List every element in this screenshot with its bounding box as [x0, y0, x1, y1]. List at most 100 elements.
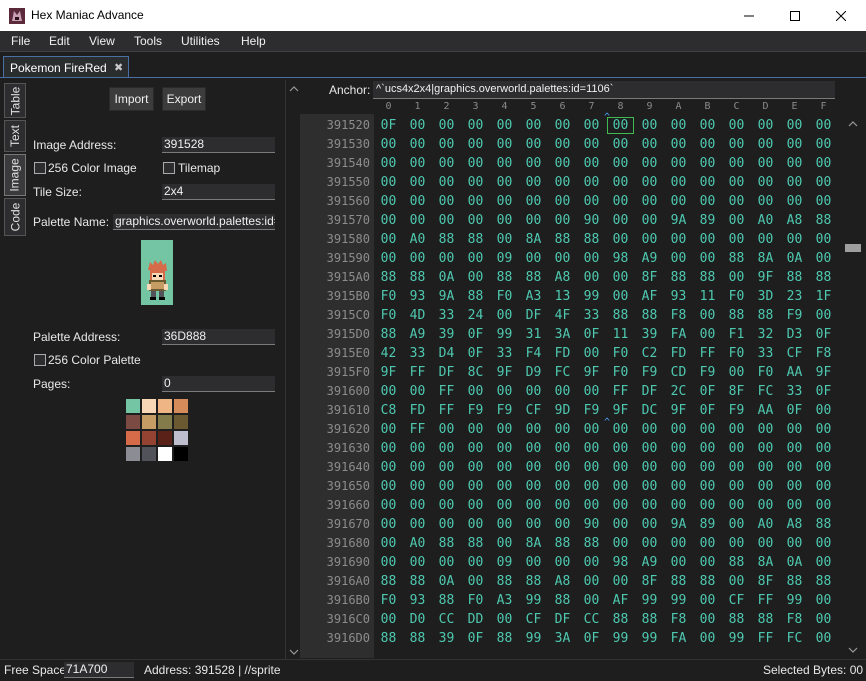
hex-byte[interactable]: 88 — [374, 629, 403, 648]
hex-byte[interactable]: 9F — [664, 401, 693, 420]
hex-byte[interactable]: 00 — [751, 439, 780, 458]
hex-byte[interactable]: 00 — [693, 591, 722, 610]
hex-byte[interactable]: 00 — [693, 192, 722, 211]
hex-byte[interactable]: 00 — [606, 154, 635, 173]
hex-byte[interactable]: 0F — [577, 629, 606, 648]
hex-byte[interactable]: 0F — [809, 325, 838, 344]
palette-swatch[interactable] — [174, 447, 188, 461]
hex-byte[interactable]: 00 — [374, 192, 403, 211]
menu-help[interactable]: Help — [241, 34, 266, 48]
hex-byte[interactable]: 90 — [577, 211, 606, 230]
hex-byte[interactable]: 00 — [751, 420, 780, 439]
hex-byte[interactable]: CC — [432, 610, 461, 629]
hex-byte[interactable]: 00 — [374, 515, 403, 534]
hex-byte[interactable]: 00 — [403, 496, 432, 515]
hex-byte[interactable]: 0A — [432, 268, 461, 287]
palette-swatch[interactable] — [158, 399, 172, 413]
hex-byte[interactable]: 8F — [635, 572, 664, 591]
hex-byte[interactable]: A9 — [635, 249, 664, 268]
hex-byte[interactable]: 88 — [722, 553, 751, 572]
hex-byte[interactable]: CF — [519, 401, 548, 420]
hex-byte[interactable]: 00 — [722, 154, 751, 173]
hex-byte[interactable]: 00 — [780, 192, 809, 211]
hex-byte[interactable]: 88 — [809, 211, 838, 230]
hex-byte[interactable]: 88 — [606, 610, 635, 629]
hex-byte[interactable]: 88 — [432, 230, 461, 249]
hex-byte[interactable]: 00 — [548, 249, 577, 268]
hex-byte[interactable]: F0 — [606, 363, 635, 382]
hex-byte[interactable]: 93 — [403, 287, 432, 306]
hex-byte[interactable]: 00 — [606, 173, 635, 192]
hex-byte[interactable]: FF — [606, 382, 635, 401]
hex-byte[interactable]: 00 — [432, 439, 461, 458]
hex-byte[interactable]: 3A — [548, 629, 577, 648]
hex-byte[interactable]: 00 — [606, 135, 635, 154]
hex-byte[interactable]: 00 — [577, 249, 606, 268]
hex-byte[interactable]: 90 — [577, 515, 606, 534]
hex-byte[interactable]: 00 — [606, 230, 635, 249]
hex-byte[interactable]: 00 — [809, 496, 838, 515]
hex-byte[interactable]: 00 — [635, 534, 664, 553]
hex-byte[interactable]: 88 — [722, 306, 751, 325]
hex-byte[interactable]: A0 — [751, 515, 780, 534]
hex-byte[interactable]: 00 — [809, 420, 838, 439]
hex-byte[interactable]: 42 — [374, 344, 403, 363]
hex-byte[interactable]: 88 — [751, 306, 780, 325]
hex-byte[interactable]: 00 — [403, 477, 432, 496]
hex-byte[interactable]: D9 — [519, 363, 548, 382]
hex-byte[interactable]: 99 — [722, 629, 751, 648]
maximize-button[interactable] — [772, 0, 818, 31]
hex-byte[interactable]: 00 — [780, 116, 809, 135]
hex-byte[interactable]: 99 — [577, 287, 606, 306]
hex-byte[interactable]: A3 — [519, 287, 548, 306]
hex-byte[interactable]: 00 — [490, 135, 519, 154]
hex-byte[interactable]: 8F — [751, 572, 780, 591]
palette-swatch[interactable] — [142, 447, 156, 461]
hex-byte[interactable]: 00 — [751, 496, 780, 515]
hex-byte[interactable]: 00 — [809, 401, 838, 420]
hex-byte[interactable]: 00 — [490, 306, 519, 325]
hex-byte[interactable]: 00 — [722, 192, 751, 211]
hex-byte[interactable]: 00 — [664, 116, 693, 135]
hex-byte[interactable]: 00 — [490, 173, 519, 192]
hex-byte[interactable]: 88 — [809, 572, 838, 591]
hex-byte[interactable]: 00 — [490, 534, 519, 553]
hex-byte[interactable]: 00 — [577, 591, 606, 610]
hex-byte[interactable]: 00 — [461, 515, 490, 534]
hex-byte[interactable]: 88 — [374, 572, 403, 591]
hex-byte[interactable]: 88 — [461, 230, 490, 249]
hex-byte[interactable]: 00 — [693, 116, 722, 135]
hex-byte[interactable]: 0F — [374, 116, 403, 135]
hex-byte[interactable]: 00 — [374, 439, 403, 458]
hex-byte[interactable]: 00 — [693, 135, 722, 154]
hex-byte[interactable]: C2 — [635, 344, 664, 363]
hex-byte[interactable]: 00 — [519, 173, 548, 192]
hex-byte[interactable]: 00 — [577, 572, 606, 591]
hex-byte[interactable]: 00 — [403, 439, 432, 458]
hex-byte[interactable]: AA — [780, 363, 809, 382]
hex-byte[interactable]: A3 — [490, 591, 519, 610]
hex-byte[interactable]: 00 — [519, 192, 548, 211]
hex-byte[interactable]: 00 — [461, 211, 490, 230]
hex-byte[interactable]: 00 — [664, 496, 693, 515]
hex-byte[interactable]: 00 — [374, 458, 403, 477]
hex-byte[interactable]: 8A — [751, 249, 780, 268]
hex-byte[interactable]: 00 — [461, 116, 490, 135]
hex-byte[interactable]: 8A — [519, 230, 548, 249]
hex-byte[interactable]: 88 — [519, 268, 548, 287]
hex-byte[interactable]: 00 — [490, 420, 519, 439]
hex-byte[interactable]: 00 — [722, 363, 751, 382]
hex-byte[interactable]: 99 — [635, 591, 664, 610]
hex-byte[interactable]: 00 — [432, 116, 461, 135]
hex-byte[interactable]: 00 — [809, 591, 838, 610]
palette-swatch[interactable] — [158, 415, 172, 429]
hex-byte[interactable]: 00 — [635, 230, 664, 249]
hex-byte[interactable]: 88 — [693, 572, 722, 591]
hex-byte[interactable]: 00 — [809, 116, 838, 135]
hex-byte[interactable]: FC — [548, 363, 577, 382]
hex-byte[interactable]: 00 — [664, 420, 693, 439]
hex-byte[interactable]: 8F — [635, 268, 664, 287]
side-tab-code[interactable]: Code — [4, 198, 26, 236]
hex-byte[interactable]: 99 — [519, 591, 548, 610]
hex-byte[interactable]: 00 — [490, 458, 519, 477]
